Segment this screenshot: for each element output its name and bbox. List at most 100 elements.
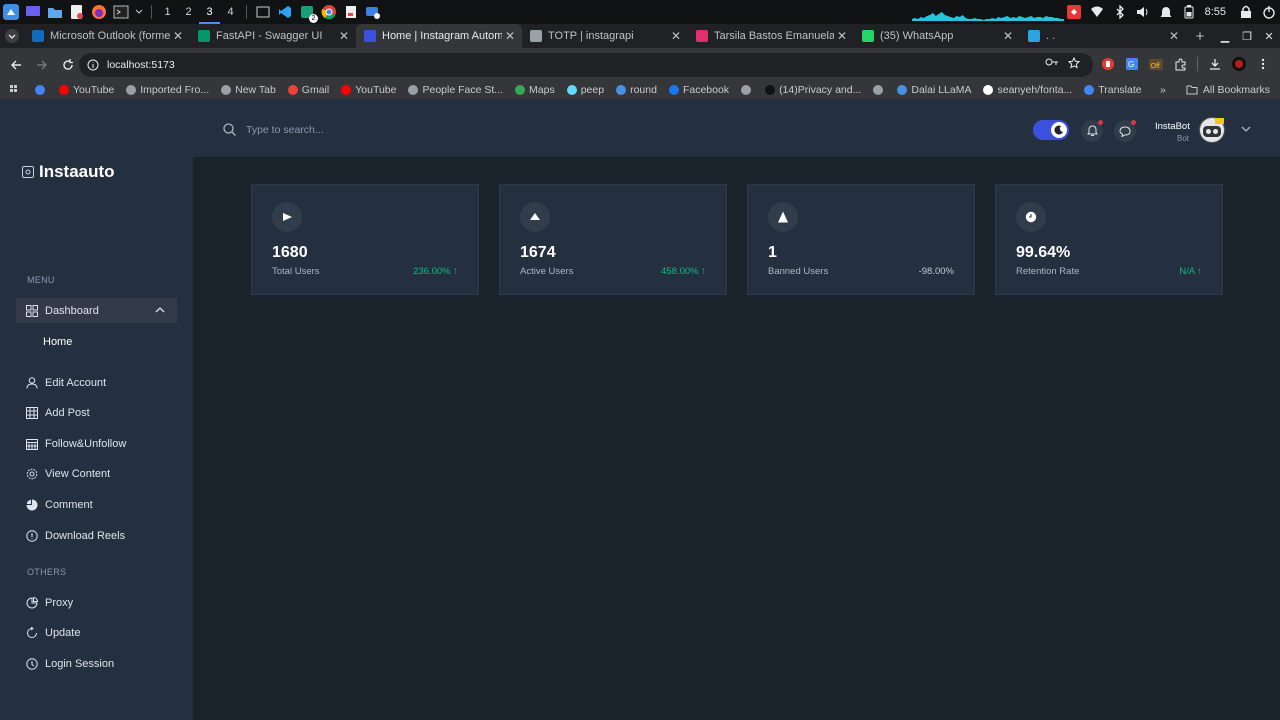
chevron-down-icon[interactable]	[132, 0, 146, 24]
messages-button[interactable]	[1114, 120, 1136, 142]
battery-icon[interactable]	[1178, 0, 1201, 24]
volume-icon[interactable]	[1132, 0, 1155, 24]
bookmark-item[interactable]: Imported Fro...	[126, 84, 209, 96]
search-icon[interactable]	[223, 123, 236, 136]
launcher-icon[interactable]	[0, 0, 22, 24]
browser-tab[interactable]: (35) WhatsApp ✕	[854, 24, 1020, 48]
bookmark-item[interactable]: seanyeh/fonta...	[983, 84, 1072, 96]
translate-extension-icon[interactable]: G	[1120, 52, 1144, 76]
browser-tab[interactable]: FastAPI - Swagger UI ✕	[190, 24, 356, 48]
sidebar-item-view-content[interactable]: View Content	[16, 462, 177, 487]
close-tab-icon[interactable]: ✕	[834, 29, 850, 43]
more-bookmarks-icon[interactable]: »	[1160, 84, 1166, 96]
sidebar-item-add-post[interactable]: Add Post	[16, 401, 177, 426]
omnibox[interactable]: localhost:5173	[79, 53, 1093, 77]
browser-menu-icon[interactable]	[1251, 52, 1275, 76]
dark-mode-toggle[interactable]	[1033, 120, 1069, 140]
bookmark-item[interactable]	[35, 85, 49, 95]
sidebar-item-login-session[interactable]: Login Session	[16, 651, 177, 676]
notifications-button[interactable]	[1081, 120, 1103, 142]
apps-grid-icon[interactable]	[10, 84, 21, 96]
restore-button[interactable]: ❐	[1236, 30, 1258, 43]
browser-tab[interactable]: Microsoft Outlook (forme ✕	[24, 24, 190, 48]
desktop-icon[interactable]	[22, 0, 44, 24]
workspace-3[interactable]: 3	[199, 0, 220, 24]
close-tab-icon[interactable]: ✕	[170, 29, 186, 43]
avatar[interactable]	[1199, 117, 1225, 143]
close-window-button[interactable]: ✕	[1258, 30, 1280, 43]
chat-app-icon[interactable]: 2	[296, 0, 318, 24]
new-tab-button[interactable]: +	[1186, 28, 1214, 45]
close-tab-icon[interactable]: ✕	[668, 29, 684, 43]
bell-icon[interactable]	[1155, 0, 1178, 24]
sidebar-item-dashboard[interactable]: Dashboard	[16, 298, 177, 323]
messenger-icon[interactable]	[362, 0, 384, 24]
chrome-icon[interactable]	[318, 0, 340, 24]
bookmark-item[interactable]: New Tab	[221, 84, 276, 96]
bookmark-item[interactable]: round	[616, 84, 657, 96]
screenrec-icon[interactable]	[1063, 0, 1086, 24]
download-icon[interactable]	[1203, 52, 1227, 76]
reload-button[interactable]	[56, 53, 80, 77]
vscode-icon[interactable]	[274, 0, 296, 24]
sidebar-item-download-reels[interactable]: Download Reels	[16, 523, 177, 548]
sidebar-item-edit-account[interactable]: Edit Account	[16, 370, 177, 395]
bookmark-item[interactable]: (14)Privacy and...	[765, 84, 861, 96]
window-icon[interactable]	[252, 0, 274, 24]
workspace-2[interactable]: 2	[178, 0, 199, 24]
minimize-button[interactable]: ▁	[1214, 30, 1236, 43]
power-icon[interactable]	[1257, 0, 1280, 24]
bookmark-item[interactable]: YouTube	[341, 84, 396, 96]
site-info-icon[interactable]	[87, 59, 99, 71]
extension-off-icon[interactable]: Off	[1144, 52, 1168, 76]
bookmark-item[interactable]: Maps	[515, 84, 555, 96]
bookmark-item[interactable]	[741, 85, 755, 95]
bookmark-item[interactable]: Translate	[1084, 84, 1142, 96]
sidebar-item-follow-unfollow[interactable]: Follow&Unfollow	[16, 431, 177, 456]
search-input[interactable]	[246, 123, 446, 136]
sidebar-subitem-home[interactable]: Home	[43, 336, 72, 348]
close-tab-icon[interactable]: ✕	[502, 29, 518, 43]
browser-tab[interactable]: Tarsila Bastos Emanuela ✕	[688, 24, 854, 48]
close-tab-icon[interactable]: ✕	[336, 29, 352, 43]
chevron-down-icon[interactable]	[1241, 126, 1251, 133]
terminal-icon[interactable]	[110, 0, 132, 24]
password-key-icon[interactable]	[1041, 57, 1063, 69]
all-bookmarks-button[interactable]: All Bookmarks	[1186, 84, 1270, 96]
bookmark-star-icon[interactable]	[1063, 57, 1085, 69]
browser-tab[interactable]: . . ✕	[1020, 24, 1186, 48]
bookmark-item[interactable]: peep	[566, 84, 604, 96]
wifi-icon[interactable]	[1086, 0, 1109, 24]
bookmark-item[interactable]: YouTube	[59, 84, 114, 96]
sidebar-item-update[interactable]: Update	[16, 621, 177, 646]
lock-icon[interactable]	[1234, 0, 1257, 24]
workspace-4[interactable]: 4	[220, 0, 241, 24]
back-button[interactable]	[4, 53, 28, 77]
forward-button[interactable]	[30, 53, 54, 77]
tab-search-icon[interactable]	[0, 24, 24, 48]
workspace-1[interactable]: 1	[157, 0, 178, 24]
bookmark-item[interactable]: People Face St...	[408, 84, 503, 96]
brand-logo[interactable]: Instaauto	[22, 162, 115, 182]
profile-avatar-icon[interactable]	[1227, 52, 1251, 76]
bookmark-item[interactable]: Gmail	[287, 84, 329, 96]
close-tab-icon[interactable]: ✕	[1166, 29, 1182, 43]
files-icon[interactable]	[44, 0, 66, 24]
bookmark-item[interactable]: Dalai LLaMA	[897, 84, 971, 96]
extensions-puzzle-icon[interactable]	[1168, 52, 1192, 76]
extension-red-icon[interactable]	[1096, 52, 1120, 76]
sidebar-item-proxy[interactable]: Proxy	[16, 590, 177, 615]
sidebar-item-comment[interactable]: Comment	[16, 492, 177, 517]
notes-icon[interactable]	[340, 0, 362, 24]
firefox-icon[interactable]	[88, 0, 110, 24]
stat-card: 99.64% Retention Rate N/A ↑	[995, 184, 1223, 295]
close-tab-icon[interactable]: ✕	[1000, 29, 1016, 43]
browser-tab[interactable]: Home | Instagram Autom ✕	[356, 24, 522, 48]
document-viewer-icon[interactable]	[66, 0, 88, 24]
browser-tab[interactable]: TOTP | instagrapi ✕	[522, 24, 688, 48]
bluetooth-icon[interactable]	[1109, 0, 1132, 24]
bookmark-item[interactable]: Facebook	[668, 84, 729, 96]
bookmark-item[interactable]	[873, 85, 887, 95]
user-info[interactable]: InstaBot Bot	[1155, 121, 1190, 143]
power-icon	[26, 657, 38, 670]
